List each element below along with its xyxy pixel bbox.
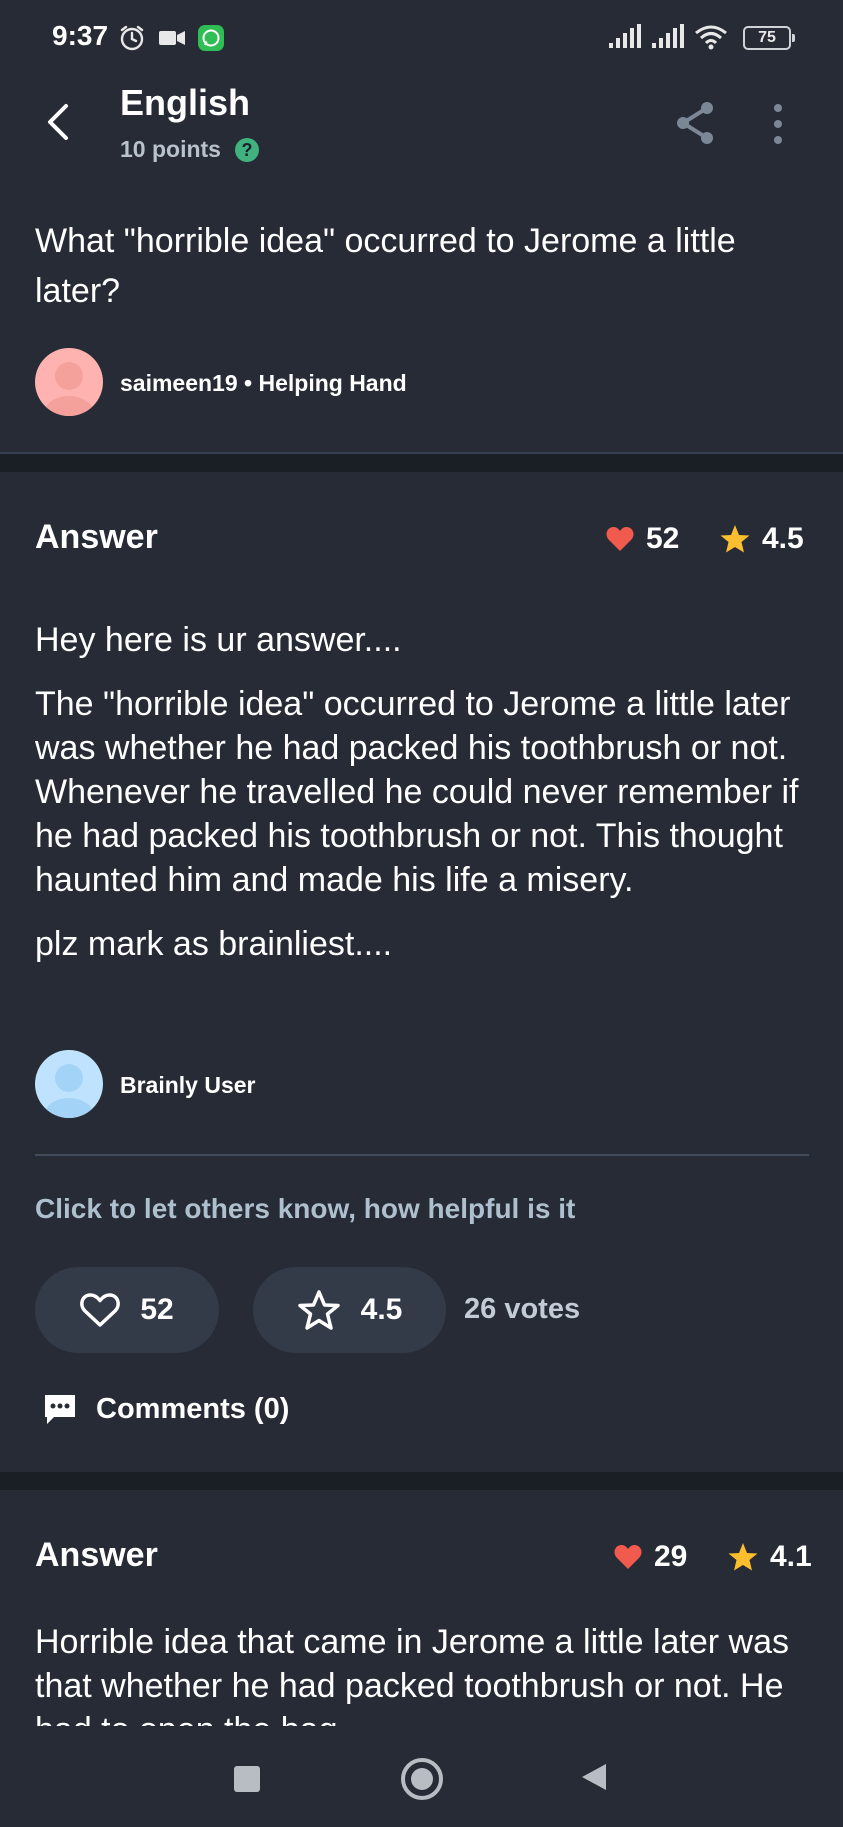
heart-icon <box>606 527 634 551</box>
home-icon[interactable] <box>401 1758 443 1800</box>
battery-indicator: 75 <box>743 26 795 50</box>
star-icon <box>728 1543 758 1571</box>
answer-body: Horrible idea that came in Jerome a litt… <box>35 1623 789 1726</box>
heart-outline-icon <box>80 1293 121 1327</box>
answer-rating: 4.5 <box>720 522 804 556</box>
comments-label: Comments (0) <box>96 1392 290 1425</box>
author-avatar[interactable] <box>35 1050 103 1118</box>
section-separator <box>0 1472 843 1490</box>
more-options-icon[interactable] <box>770 102 786 146</box>
star-outline-icon <box>297 1290 340 1330</box>
person-icon <box>45 1064 93 1118</box>
signal-icon-2 <box>652 24 684 48</box>
share-icon[interactable] <box>674 100 716 146</box>
answer-rating-value: 4.5 <box>762 522 804 555</box>
status-bar: 9:37 75 <box>0 0 843 76</box>
heart-icon <box>614 1545 642 1569</box>
rate-value: 4.5 <box>360 1293 403 1326</box>
author-name[interactable]: Brainly User <box>120 1072 256 1099</box>
section-separator <box>0 454 843 472</box>
question-text: What "horrible idea" occurred to Jerome … <box>35 222 736 310</box>
points-label: 10 points <box>120 136 221 162</box>
whatsapp-icon <box>198 25 224 51</box>
status-time: 9:37 <box>52 20 109 51</box>
divider <box>35 1154 809 1156</box>
person-icon <box>45 362 93 416</box>
signal-icon <box>609 24 641 48</box>
answer-paragraph: plz mark as brainliest.... <box>35 925 393 963</box>
comment-icon <box>45 1395 75 1424</box>
answer-title: Answer <box>35 1536 158 1574</box>
answer-likes-count: 29 <box>654 1540 688 1573</box>
system-back-icon[interactable] <box>580 1762 608 1792</box>
recent-apps-icon[interactable] <box>234 1766 260 1792</box>
like-count: 52 <box>140 1293 174 1326</box>
answer-likes-count: 52 <box>646 522 680 555</box>
answer-rating-value: 4.1 <box>770 1540 812 1573</box>
help-icon[interactable]: ? <box>235 138 259 162</box>
answer-likes: 29 <box>614 1540 687 1574</box>
asker-avatar[interactable] <box>35 348 103 416</box>
star-icon <box>720 525 750 553</box>
answer-rating: 4.1 <box>728 1540 812 1574</box>
back-arrow-icon[interactable] <box>40 100 80 144</box>
wifi-icon <box>695 25 727 50</box>
answer-title: Answer <box>35 518 158 556</box>
subject-title: English <box>120 82 251 123</box>
helpful-prompt: Click to let others know, how helpful is… <box>35 1193 576 1224</box>
like-button[interactable]: 52 <box>35 1267 219 1353</box>
answer-paragraph: Hey here is ur answer.... <box>35 621 402 659</box>
alarm-icon <box>120 25 144 51</box>
answer-likes: 52 <box>606 522 679 556</box>
asker-name[interactable]: saimeen19 • Helping Hand <box>120 370 407 397</box>
comments-button[interactable]: Comments (0) <box>42 1392 289 1426</box>
video-icon <box>159 31 185 45</box>
answer-paragraph: The "horrible idea" occurred to Jerome a… <box>35 685 799 899</box>
answer-body: Hey here is ur answer.... The "horrible … <box>35 618 810 966</box>
rate-button[interactable]: 4.5 <box>253 1267 446 1353</box>
votes-count: 26 votes <box>464 1293 581 1325</box>
